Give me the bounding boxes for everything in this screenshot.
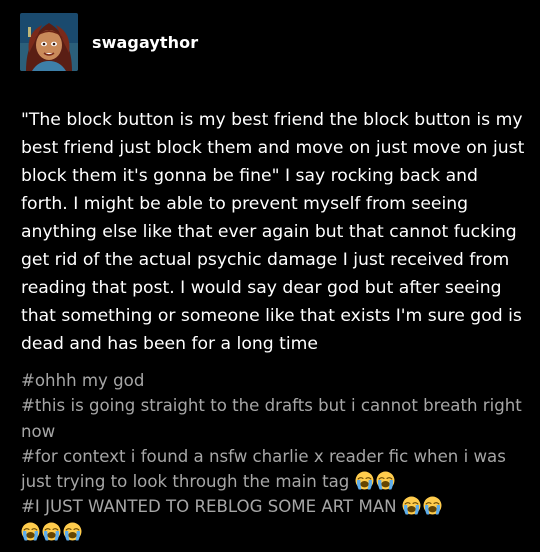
username[interactable]: swagaythor — [92, 33, 198, 52]
crying-face-icon — [402, 496, 421, 515]
crying-face-icon — [355, 471, 374, 490]
tags: #ohhh my god #this is going straight to … — [21, 368, 526, 545]
crying-face-icon — [42, 522, 61, 541]
tag-item[interactable]: #ohhh my god — [21, 368, 526, 393]
tag-item[interactable]: #for context i found a nsfw charlie x re… — [21, 444, 526, 495]
post-header: swagaythor — [20, 12, 198, 72]
tag-item[interactable]: #I JUST WANTED TO REBLOG SOME ART MAN — [21, 494, 526, 545]
avatar[interactable] — [20, 13, 78, 71]
post-body: "The block button is my best friend the … — [21, 110, 525, 354]
avatar-image — [20, 13, 78, 71]
crying-face-icon — [423, 496, 442, 515]
tag-item[interactable]: #this is going straight to the drafts bu… — [21, 393, 526, 444]
crying-face-icon — [376, 471, 395, 490]
crying-face-icon — [63, 522, 82, 541]
crying-face-icon — [21, 522, 40, 541]
